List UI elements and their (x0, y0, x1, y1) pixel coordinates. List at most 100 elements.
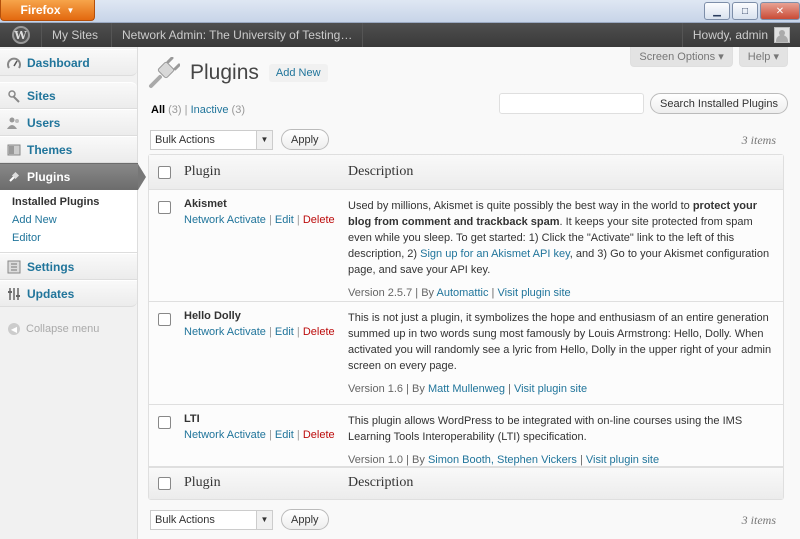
wordpress-logo-button[interactable]: W (0, 23, 42, 47)
description-part: Used by millions, Akismet is quite possi… (348, 200, 693, 212)
visit-plugin-site-link[interactable]: Visit plugin site (497, 287, 570, 299)
sites-icon (8, 89, 20, 103)
plugin-name: Hello Dolly (184, 310, 241, 322)
akismet-api-key-link[interactable]: Sign up for an Akismet API key (420, 248, 570, 260)
menu-item-settings[interactable]: Settings (0, 253, 137, 280)
menu-label-users: Users (27, 115, 61, 130)
visit-plugin-site-link[interactable]: Visit plugin site (586, 454, 659, 466)
maximize-icon[interactable]: □ (732, 2, 758, 20)
admin-sidebar: Dashboard Sites Users Themes Plugins Ins… (0, 47, 146, 539)
updates-icon (8, 287, 20, 300)
plugin-meta: Version 1.6 | By Matt Mullenweg | Visit … (348, 383, 588, 395)
apply-button-bottom[interactable]: Apply (281, 509, 329, 530)
column-header-plugin[interactable]: Plugin (184, 164, 221, 180)
network-activate-link[interactable]: Network Activate (184, 326, 266, 338)
network-activate-link[interactable]: Network Activate (184, 429, 266, 441)
collapse-menu-label: Collapse menu (26, 323, 100, 335)
search-input[interactable] (498, 93, 644, 114)
menu-label-plugins: Plugins (27, 169, 71, 184)
menu-item-users[interactable]: Users (0, 109, 137, 136)
table-header: Plugin Description (149, 155, 783, 190)
account-menu[interactable]: Howdy, admin (681, 23, 800, 47)
firefox-menu-button[interactable]: Firefox ▼ (0, 0, 95, 21)
plugins-page-icon (149, 57, 180, 88)
submenu-editor[interactable]: Editor (0, 229, 137, 247)
visit-plugin-site-link[interactable]: Visit plugin site (514, 383, 587, 395)
apply-button[interactable]: Apply (281, 129, 329, 150)
menu-item-sites[interactable]: Sites (0, 82, 137, 109)
bulk-actions-select-bottom[interactable]: Bulk Actions ▼ (150, 509, 273, 530)
close-icon[interactable]: ✕ (760, 2, 800, 20)
menu-label-updates: Updates (27, 286, 75, 301)
row-checkbox[interactable] (158, 416, 171, 429)
plugin-version: Version 1.6 (348, 383, 404, 395)
network-admin-menu[interactable]: Network Admin: The University of Testing… (112, 23, 364, 47)
chevron-down-icon: ▾ (773, 51, 779, 63)
column-header-description[interactable]: Description (348, 164, 413, 180)
tablenav-bottom: Bulk Actions ▼ Apply (150, 509, 329, 530)
description-text: Used by millions, Akismet is quite possi… (348, 198, 773, 278)
add-new-plugin-button[interactable]: Add New (268, 64, 328, 82)
plugin-meta: Version 1.0 | By Simon Booth, Stephen Vi… (348, 454, 660, 466)
bulk-actions-value: Bulk Actions (155, 133, 215, 146)
column-footer-description[interactable]: Description (348, 475, 413, 491)
select-all-checkbox-footer[interactable] (158, 477, 171, 490)
network-admin-label: Network Admin: The University of Testing… (122, 28, 353, 42)
plugin-name: Akismet (184, 198, 227, 210)
menu-label-sites: Sites (27, 88, 56, 103)
select-all-checkbox[interactable] (158, 166, 171, 179)
delete-link[interactable]: Delete (303, 429, 335, 441)
menu-item-themes[interactable]: Themes (0, 136, 137, 163)
items-count: 3 items (741, 133, 776, 147)
description-text: This is not just a plugin, it symbolizes… (348, 312, 772, 372)
my-sites-menu[interactable]: My Sites (42, 23, 112, 47)
filter-all-count: (3) (168, 104, 182, 116)
screen-meta-tabs: Screen Options ▾ Help ▾ (630, 47, 788, 67)
author-link[interactable]: Simon Booth, Stephen Vickers (428, 454, 577, 466)
row-actions: Network Activate | Edit | Delete (184, 214, 335, 226)
by-label: By (421, 287, 435, 299)
filter-inactive[interactable]: Inactive (191, 104, 229, 116)
author-link[interactable]: Matt Mullenweg (428, 383, 505, 395)
window-controls: ▁ □ ✕ (704, 2, 800, 20)
bulk-actions-select[interactable]: Bulk Actions ▼ (150, 129, 273, 150)
description-text: This plugin allows WordPress to be integ… (348, 415, 743, 443)
row-checkbox[interactable] (158, 201, 171, 214)
screen-options-label: Screen Options (639, 51, 716, 63)
menu-item-updates[interactable]: Updates (0, 280, 137, 307)
status-filters: All (3) | Inactive (3) (151, 104, 245, 116)
help-label: Help (747, 51, 771, 63)
submenu-add-new[interactable]: Add New (0, 211, 137, 229)
firefox-menu-label: Firefox (20, 3, 61, 17)
chevron-down-icon: ▼ (256, 130, 272, 149)
menu-item-plugins[interactable]: Plugins (0, 163, 146, 190)
plugin-description: This is not just a plugin, it symbolizes… (348, 310, 773, 397)
menu-item-dashboard[interactable]: Dashboard (0, 49, 137, 76)
admin-bar: W My Sites Network Admin: The University… (0, 23, 800, 47)
edit-link[interactable]: Edit (275, 429, 294, 441)
table-row: LTI Network Activate | Edit | Delete Thi… (149, 405, 783, 467)
submenu-installed-plugins[interactable]: Installed Plugins (0, 193, 137, 211)
delete-link[interactable]: Delete (303, 214, 335, 226)
help-tab[interactable]: Help ▾ (738, 47, 788, 67)
collapse-menu-button[interactable]: ◀ Collapse menu (0, 323, 137, 335)
author-link[interactable]: Automattic (437, 287, 489, 299)
delete-link[interactable]: Delete (303, 326, 335, 338)
plugins-table: Plugin Description Akismet Network Activ… (148, 154, 784, 500)
edit-link[interactable]: Edit (275, 326, 294, 338)
search-installed-plugins-button[interactable]: Search Installed Plugins (649, 93, 788, 114)
screen-options-tab[interactable]: Screen Options ▾ (630, 47, 733, 67)
plugin-version: Version 1.0 (348, 454, 404, 466)
row-checkbox[interactable] (158, 313, 171, 326)
plugin-version: Version 2.5.7 (348, 287, 413, 299)
edit-link[interactable]: Edit (275, 214, 294, 226)
plugin-icon (9, 171, 20, 182)
browser-titlebar: Firefox ▼ ▁ □ ✕ (0, 0, 800, 23)
dashboard-icon (7, 57, 21, 69)
minimize-icon[interactable]: ▁ (704, 2, 730, 20)
themes-icon (7, 144, 21, 155)
network-activate-link[interactable]: Network Activate (184, 214, 266, 226)
plugin-name: LTI (184, 413, 200, 425)
filter-all[interactable]: All (151, 104, 165, 116)
column-footer-plugin[interactable]: Plugin (184, 475, 221, 491)
